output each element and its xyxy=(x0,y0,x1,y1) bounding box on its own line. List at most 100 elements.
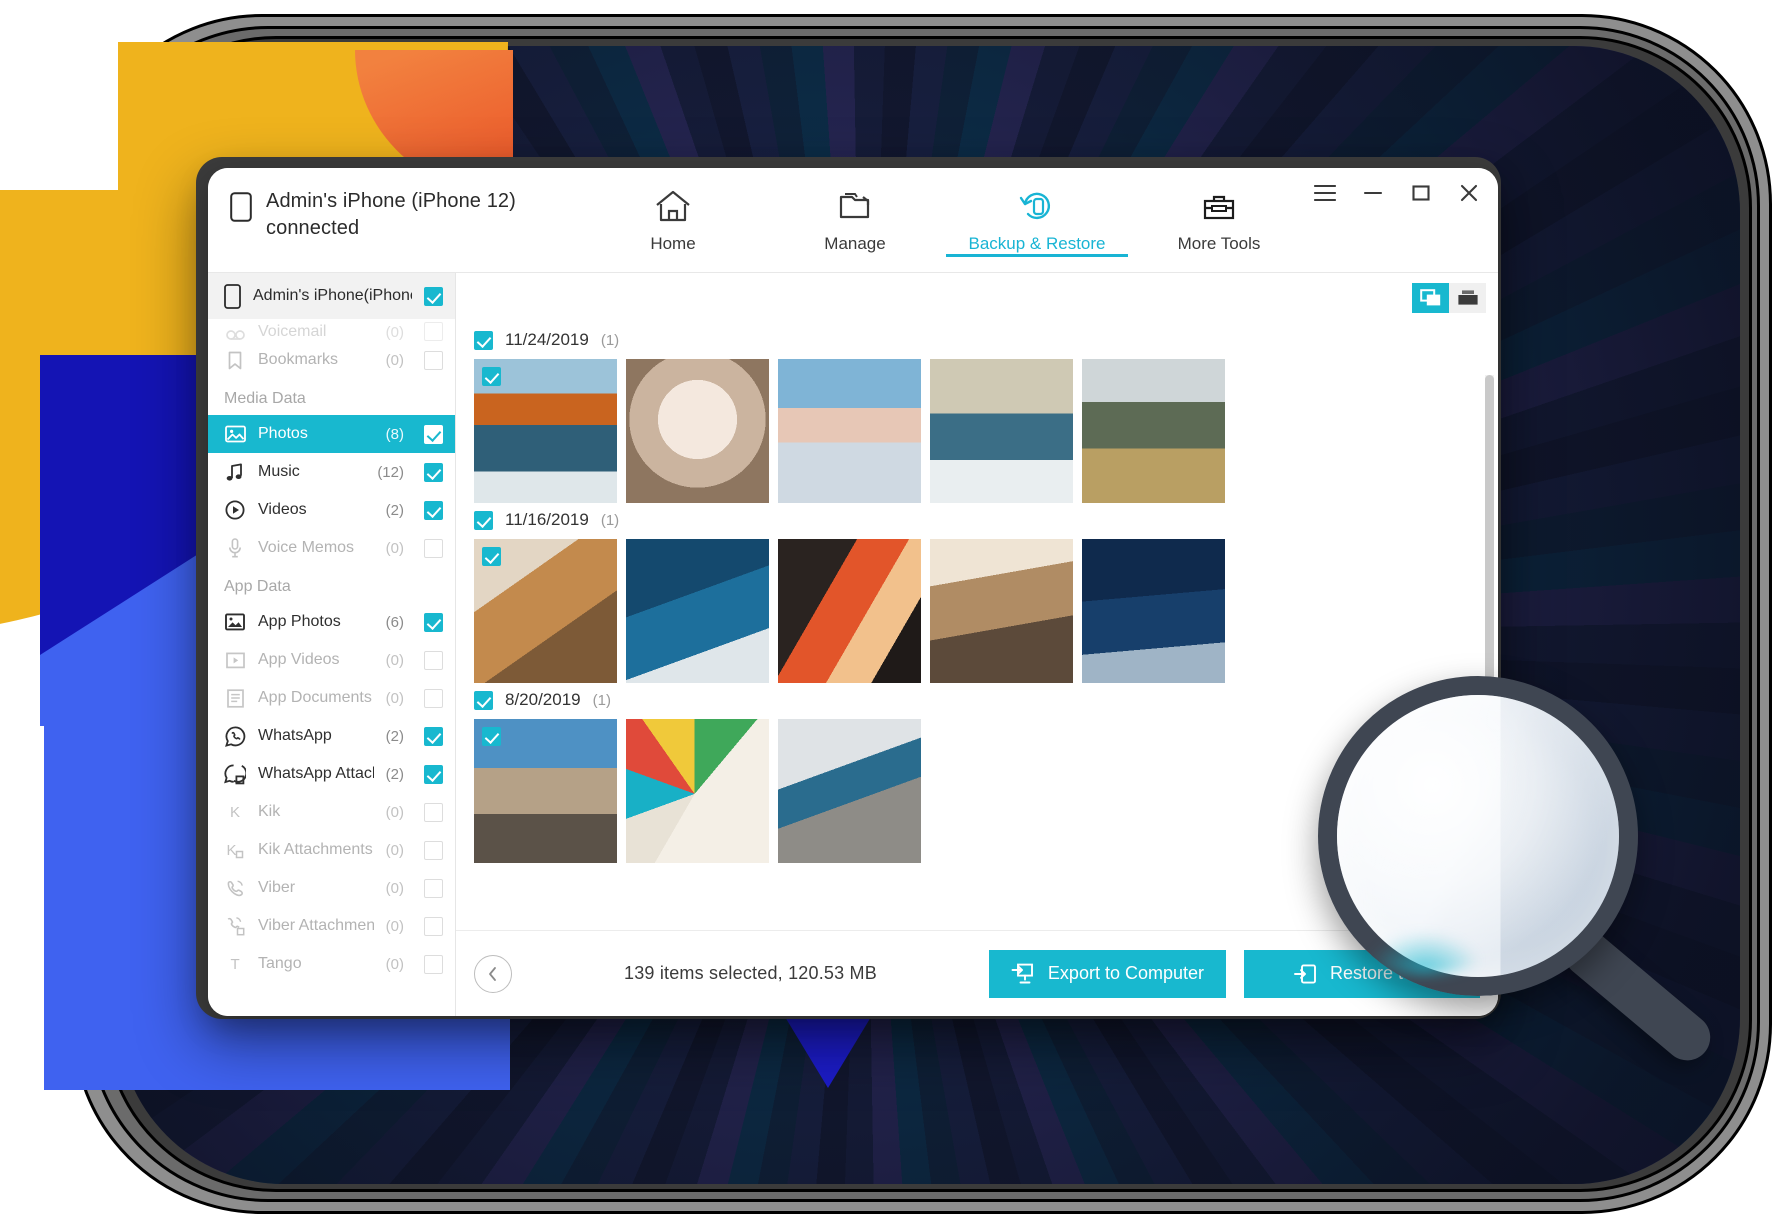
thumbnail-image xyxy=(626,719,769,863)
sidebar-item-kik-attachments-count: (0) xyxy=(385,841,404,859)
sidebar-item-app-photos-count: (6) xyxy=(385,613,404,631)
tab-more-tools[interactable]: More Tools xyxy=(1128,168,1310,257)
restore-to-device-button[interactable]: Restore to D xyxy=(1244,949,1480,998)
sidebar-item-voice-memos[interactable]: Voice Memos (0) xyxy=(208,529,455,567)
tab-backup-restore[interactable]: Backup & Restore xyxy=(946,168,1128,257)
sidebar-item-app-photos-checkbox[interactable] xyxy=(424,612,443,632)
sidebar-item-photos-label: Photos xyxy=(258,425,308,442)
thumbnail-image xyxy=(626,359,769,503)
sidebar-item-voicemail[interactable]: Voicemail (0) xyxy=(208,319,455,341)
sidebar-item-bookmarks-checkbox[interactable] xyxy=(424,350,443,370)
tab-home[interactable]: Home xyxy=(582,168,764,257)
sidebar-item-whatsapp-checkbox[interactable] xyxy=(424,726,443,746)
selection-summary: 139 items selected, 120.53 MB xyxy=(623,963,877,983)
sidebar-item-photos[interactable]: Photos (8) xyxy=(208,415,455,453)
date-group-checkbox[interactable] xyxy=(474,690,493,710)
sidebar-item-whatsapp-label: WhatsApp xyxy=(258,727,332,744)
sidebar-item-viber-attachments-checkbox[interactable] xyxy=(424,916,443,936)
date-group-checkbox[interactable] xyxy=(474,510,493,530)
sidebar-device-checkbox[interactable] xyxy=(424,286,443,306)
tab-backup-restore-label: Backup & Restore xyxy=(968,234,1106,253)
thumbnail-woman-at-desk[interactable] xyxy=(930,539,1073,683)
sidebar-device-label: Admin's iPhone(iPhone... xyxy=(253,287,412,304)
microphone-icon xyxy=(224,538,246,558)
thumbnail-checkbox[interactable] xyxy=(482,727,501,746)
thumbnail-surfer-wave[interactable] xyxy=(930,359,1073,503)
sidebar-item-music[interactable]: Music (12) xyxy=(208,453,455,491)
grid-view-icon[interactable] xyxy=(1412,283,1449,313)
photos-icon xyxy=(224,425,246,443)
main-nav-tabs: Home Manage Backup & Restore More Tools xyxy=(582,168,1310,257)
date-group-count: (1) xyxy=(600,511,620,529)
sidebar-item-voice-memos-checkbox[interactable] xyxy=(424,538,443,558)
export-to-computer-button[interactable]: Export to Computer xyxy=(988,949,1226,998)
sidebar-item-photos-checkbox[interactable] xyxy=(424,424,443,444)
sidebar: Admin's iPhone(iPhone... Voicemail (0) xyxy=(208,273,456,1016)
app-header: Admin's iPhone (iPhone 12) connected Hom… xyxy=(208,168,1498,273)
date-group-header: 11/16/2019 (1) xyxy=(474,503,1498,539)
sidebar-item-app-videos-checkbox[interactable] xyxy=(424,650,443,670)
app-photos-icon xyxy=(224,613,246,631)
home-icon xyxy=(582,184,764,228)
photo-gallery: 11/24/2019 (1) 11/16/2019 (1) 8/20/2019 … xyxy=(456,323,1498,930)
export-icon xyxy=(1011,963,1035,985)
sidebar-item-app-documents[interactable]: App Documents (0) xyxy=(208,679,455,717)
sidebar-item-music-checkbox[interactable] xyxy=(424,462,443,482)
maximize-icon[interactable] xyxy=(1408,180,1434,206)
gallery-scrollbar-thumb[interactable] xyxy=(1485,375,1494,705)
menu-icon[interactable] xyxy=(1312,180,1338,206)
sidebar-item-kik[interactable]: K Kik (0) xyxy=(208,793,455,831)
music-icon xyxy=(224,463,246,482)
thumbnail-white-kitten[interactable] xyxy=(626,359,769,503)
sidebar-item-whatsapp-attachments[interactable]: WhatsApp Attachm... (2) xyxy=(208,755,455,793)
thumbnail-black-cat-grass[interactable] xyxy=(1082,359,1225,503)
sidebar-item-whatsapp-attachments-checkbox[interactable] xyxy=(424,764,443,784)
sidebar-item-whatsapp[interactable]: WhatsApp (2) xyxy=(208,717,455,755)
video-icon xyxy=(224,500,246,520)
sidebar-item-kik-checkbox[interactable] xyxy=(424,802,443,822)
sidebar-item-tango[interactable]: T Tango (0) xyxy=(208,945,455,983)
list-view-icon[interactable] xyxy=(1449,283,1486,313)
thumbnail-light-trails-street[interactable] xyxy=(778,539,921,683)
sidebar-item-music-label: Music xyxy=(258,463,300,480)
thumbnail-image xyxy=(778,539,921,683)
thumbnail-man-at-computer-desk[interactable] xyxy=(778,719,921,863)
thumbnail-city-buildings-blue[interactable] xyxy=(626,539,769,683)
thumbnail-clouds-sunset[interactable] xyxy=(778,359,921,503)
gallery-scrollbar[interactable] xyxy=(1485,375,1494,930)
thumbnail-image xyxy=(626,539,769,683)
sidebar-item-kik-attachments-checkbox[interactable] xyxy=(424,840,443,860)
sidebar-item-tango-checkbox[interactable] xyxy=(424,954,443,974)
thumbnail-spiral-staircase-colorful[interactable] xyxy=(626,719,769,863)
back-chevron-icon[interactable] xyxy=(474,954,512,993)
sidebar-item-voicemail-checkbox[interactable] xyxy=(424,322,443,341)
thumbnail-skyscrapers-night[interactable] xyxy=(1082,539,1225,683)
sidebar-item-viber-checkbox[interactable] xyxy=(424,878,443,898)
thumbnail-checkbox[interactable] xyxy=(482,367,501,386)
minimize-icon[interactable] xyxy=(1360,180,1386,206)
thumbnail-narrow-alley-street[interactable] xyxy=(474,719,617,863)
thumbnail-food-table-spread[interactable] xyxy=(474,539,617,683)
sidebar-item-viber[interactable]: Viber (0) xyxy=(208,869,455,907)
sidebar-item-voice-memos-label: Voice Memos xyxy=(258,539,355,556)
thumbnail-autumn-park-monument[interactable] xyxy=(474,359,617,503)
sidebar-item-viber-attachments[interactable]: Viber Attachments (0) xyxy=(208,907,455,945)
date-group-checkbox[interactable] xyxy=(474,330,493,350)
device-status-line1: Admin's iPhone (iPhone 12) xyxy=(266,190,516,212)
tab-manage[interactable]: Manage xyxy=(764,168,946,257)
sidebar-item-app-videos[interactable]: App Videos (0) xyxy=(208,641,455,679)
sidebar-item-bookmarks[interactable]: Bookmarks (0) xyxy=(208,341,455,379)
sidebar-item-kik-attachments[interactable]: K Kik Attachments (0) xyxy=(208,831,455,869)
close-icon[interactable] xyxy=(1456,180,1482,206)
sidebar-device-row[interactable]: Admin's iPhone(iPhone... xyxy=(208,273,455,319)
thumbnail-checkbox[interactable] xyxy=(482,547,501,566)
sidebar-item-app-photos[interactable]: App Photos (6) xyxy=(208,603,455,641)
sidebar-item-whatsapp-attachments-label: WhatsApp Attachm... xyxy=(258,765,374,782)
app-body: Admin's iPhone(iPhone... Voicemail (0) xyxy=(208,273,1498,1016)
sidebar-item-app-documents-checkbox[interactable] xyxy=(424,688,443,708)
date-group-header: 11/24/2019 (1) xyxy=(474,323,1498,359)
sidebar-item-videos-checkbox[interactable] xyxy=(424,500,443,520)
sidebar-item-whatsapp-count: (2) xyxy=(385,727,404,745)
sidebar-item-videos[interactable]: Videos (2) xyxy=(208,491,455,529)
whatsapp-attachments-icon xyxy=(224,763,246,785)
